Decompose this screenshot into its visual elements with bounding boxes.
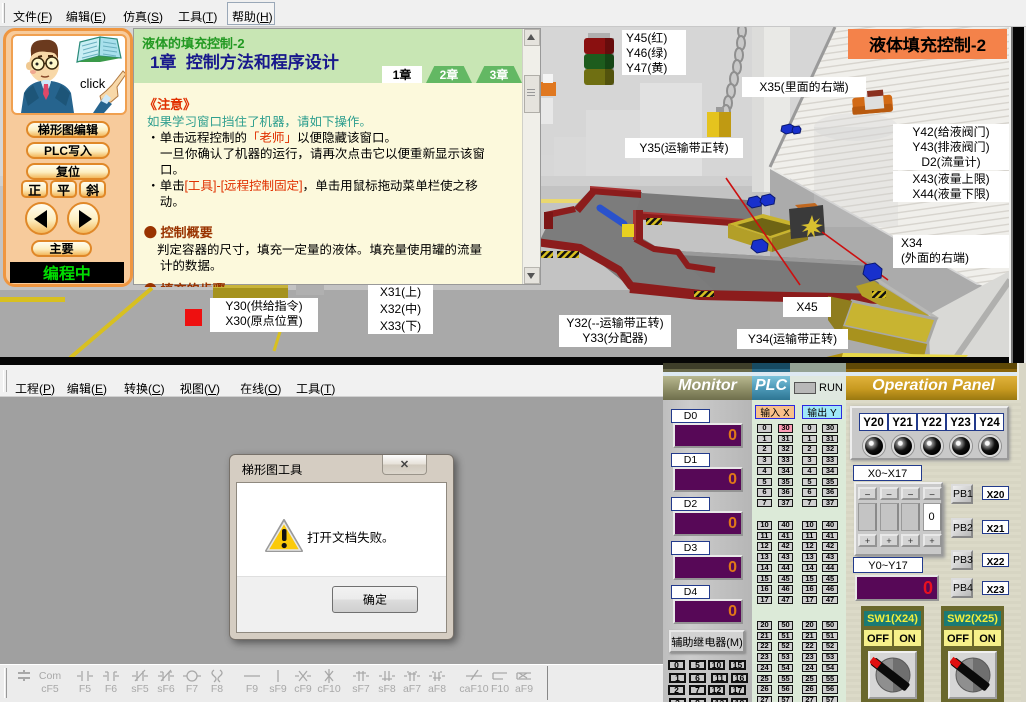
svg-text:F7: F7 xyxy=(186,683,198,695)
svg-text:aF9: aF9 xyxy=(515,683,533,695)
svg-text:F6: F6 xyxy=(105,683,117,695)
svg-text:F9: F9 xyxy=(246,683,258,695)
svg-text:sF8: sF8 xyxy=(378,683,396,695)
svg-text:caF10: caF10 xyxy=(459,683,488,695)
svg-text:sF5: sF5 xyxy=(131,683,149,695)
svg-text:F10: F10 xyxy=(491,683,509,695)
svg-text:aF8: aF8 xyxy=(428,683,446,695)
svg-text:sF9: sF9 xyxy=(269,683,287,695)
svg-text:sF7: sF7 xyxy=(352,683,370,695)
svg-text:F8: F8 xyxy=(211,683,223,695)
svg-text:aF7: aF7 xyxy=(403,683,421,695)
svg-text:F5: F5 xyxy=(79,683,91,695)
svg-text:sF6: sF6 xyxy=(157,683,175,695)
svg-text:cF10: cF10 xyxy=(317,683,341,695)
svg-text:cF9: cF9 xyxy=(294,683,312,695)
svg-text:cF5: cF5 xyxy=(41,683,59,695)
svg-text:Com: Com xyxy=(39,670,61,682)
